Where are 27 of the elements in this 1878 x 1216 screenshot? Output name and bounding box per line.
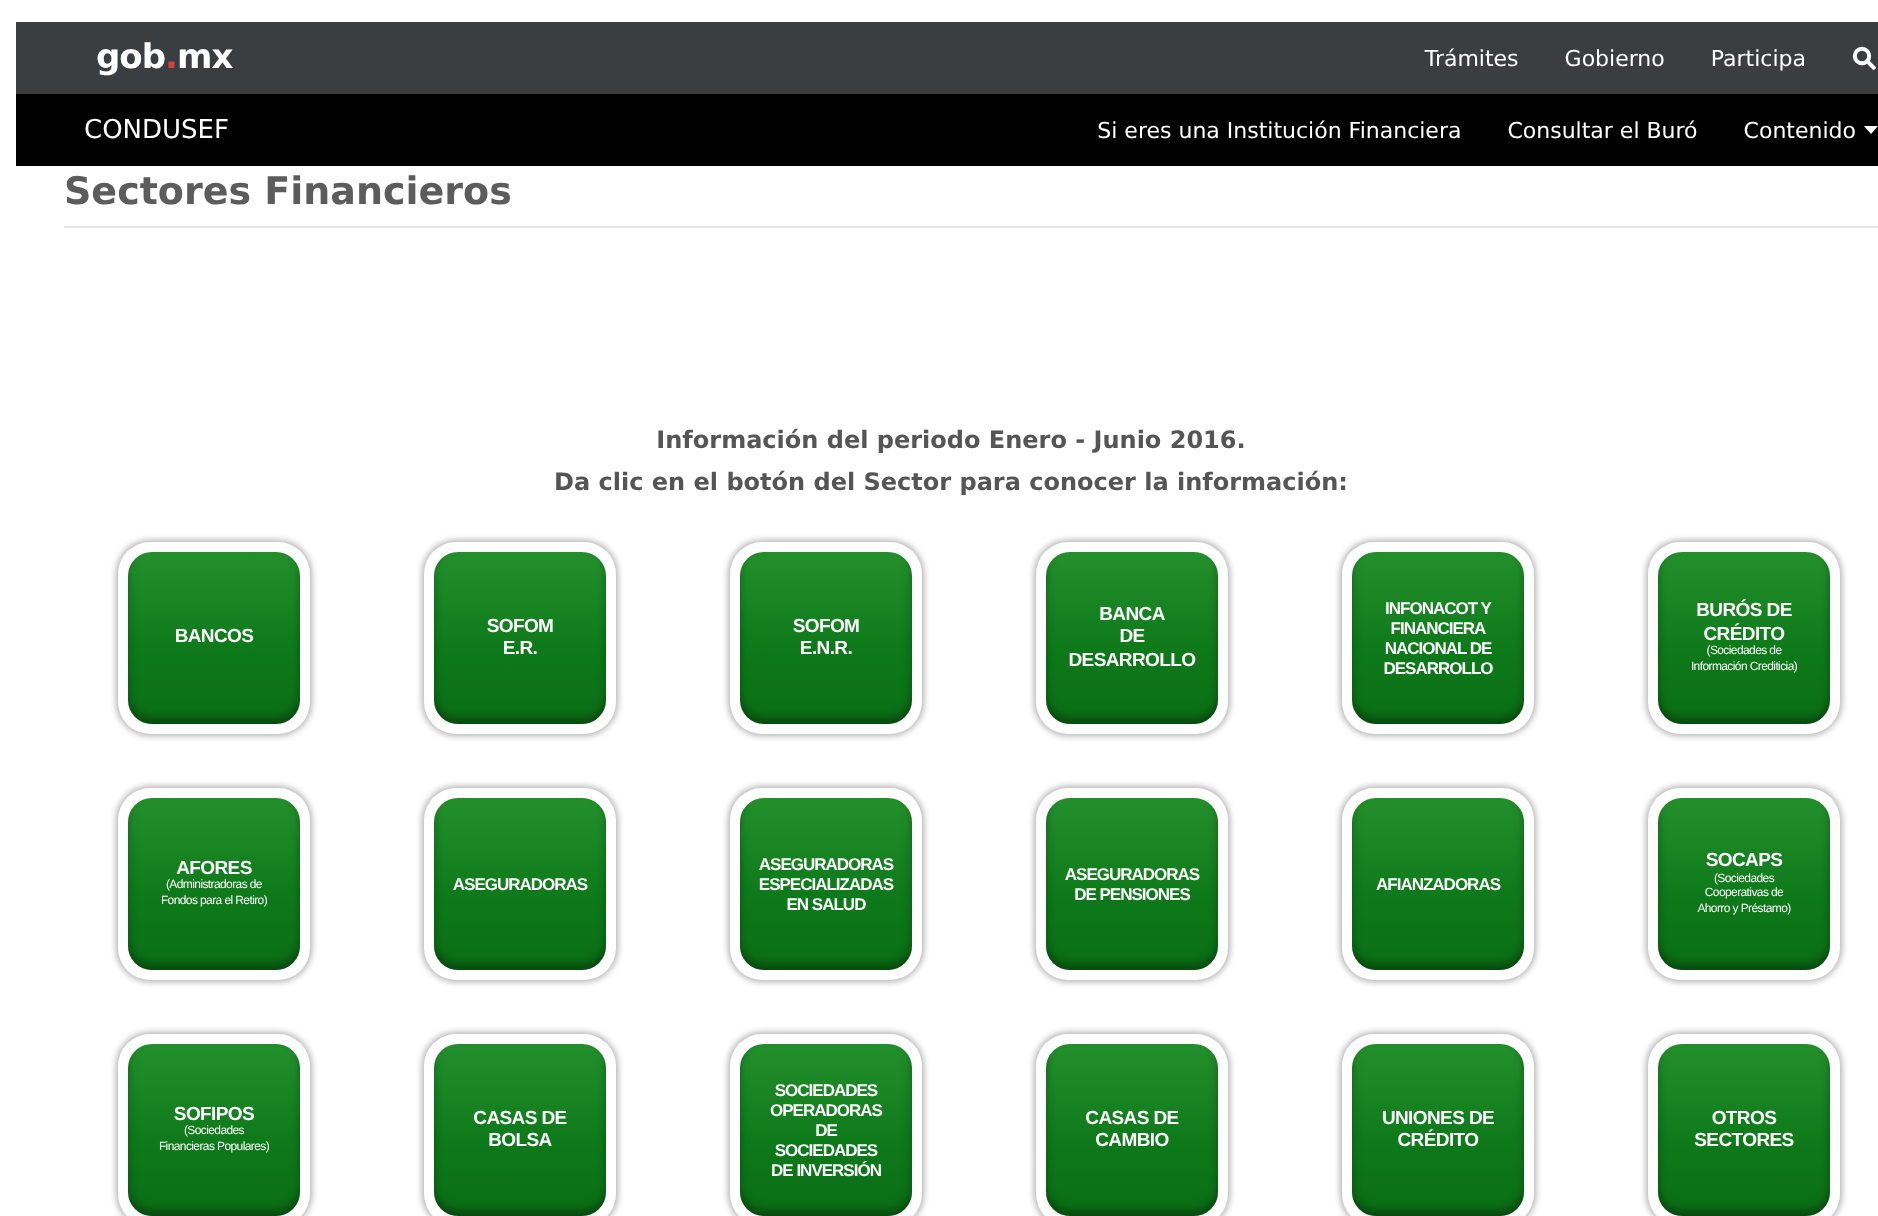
gob-logo[interactable]: gob.mx [96,38,233,78]
sector-button[interactable]: SOCIEDADES OPERADORAS DE SOCIEDADES DE INVERSIÓN [740,1044,912,1216]
nav-link[interactable]: Participa [1710,45,1806,71]
caret-icon [1864,126,1878,134]
sector-button[interactable]: UNIONES DE CRÉDITO [1352,1044,1524,1216]
nav-link[interactable]: Contenido [1743,117,1878,143]
sector-button[interactable]: CASAS DE BOLSA [434,1044,606,1216]
sector-button[interactable]: AFIANZADORAS [1352,798,1524,970]
sector-button[interactable]: ASEGURADORAS [434,798,606,970]
sector-button[interactable]: ASEGURADORAS ESPECIALIZADAS EN SALUD [740,798,912,970]
nav-link[interactable]: Trámites [1424,45,1519,71]
sector-button[interactable]: CASAS DE CAMBIO [1046,1044,1218,1216]
nav-link[interactable]: Consultar el Buró [1507,117,1698,143]
nav-link[interactable]: Gobierno [1564,45,1665,71]
sector-button[interactable]: OTROS SECTORES [1658,1044,1830,1216]
sector-button[interactable]: SOFOM E.N.R. [740,552,912,724]
sector-button[interactable]: INFONACOT Y FINANCIERA NACIONAL DE DESARROLLO [1352,552,1524,724]
page-title: Sectores Financieros [64,166,1878,228]
nav-link[interactable]: Si eres una Institución Financiera [1097,117,1462,143]
sector-button[interactable]: BANCA DE DESARROLLO [1046,552,1218,724]
search-icon[interactable] [1852,46,1876,70]
intro-text: Información del periodo Enero - Junio 2016. [656,424,1246,458]
sector-button[interactable]: SOFOM E.R. [434,552,606,724]
sector-button[interactable]: BANCOS [128,552,300,724]
sector-button[interactable]: ASEGURADORAS DE PENSIONES [1046,798,1218,970]
intro-text: Da clic en el botón del Sector para conocer la información: [554,466,1348,500]
site-brand[interactable]: CONDUSEF [84,115,230,145]
